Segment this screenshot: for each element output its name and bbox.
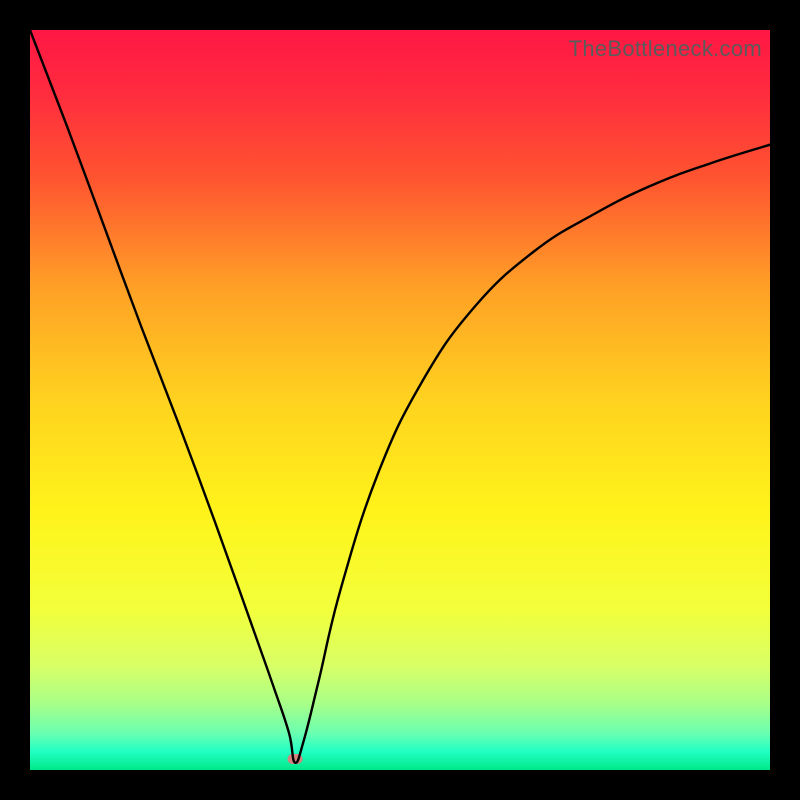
chart-frame: TheBottleneck.com bbox=[0, 0, 800, 800]
bottleneck-curve bbox=[30, 30, 770, 763]
plot-area: TheBottleneck.com bbox=[30, 30, 770, 770]
curve-layer bbox=[30, 30, 770, 770]
plot-inner bbox=[30, 30, 770, 770]
watermark-text: TheBottleneck.com bbox=[569, 36, 762, 62]
